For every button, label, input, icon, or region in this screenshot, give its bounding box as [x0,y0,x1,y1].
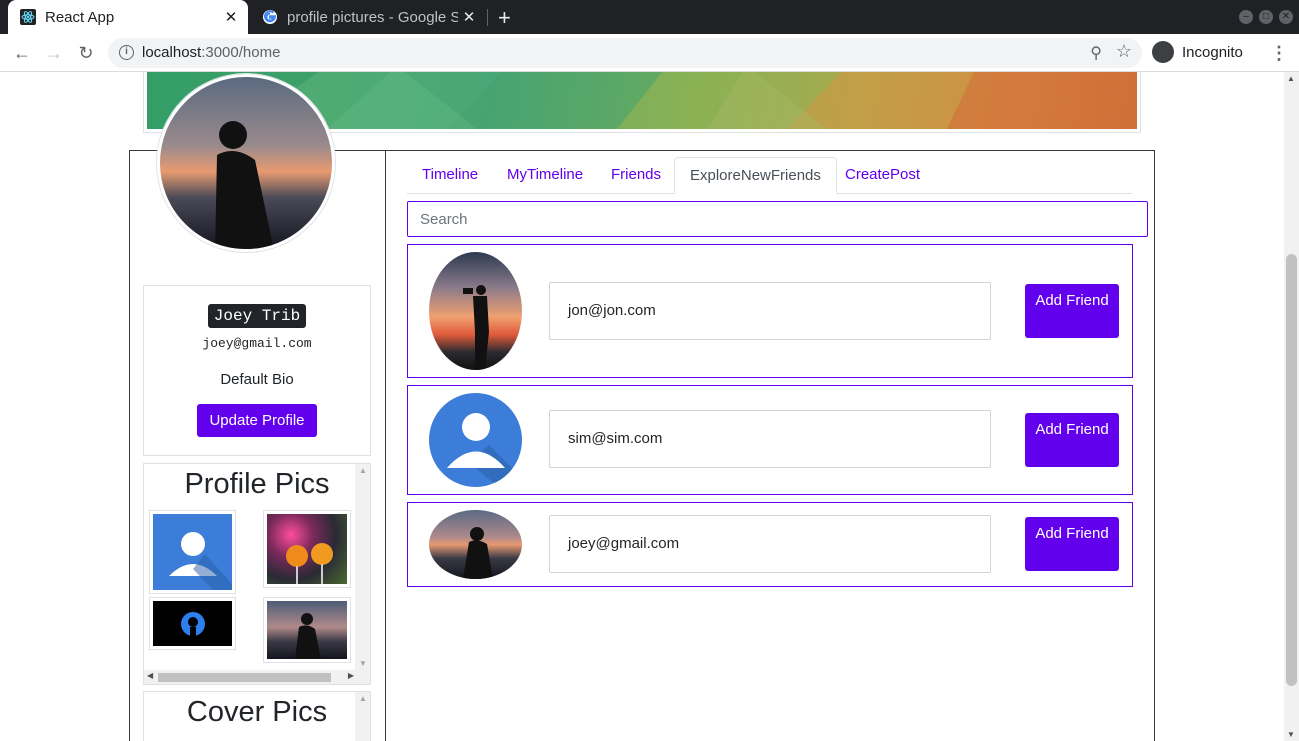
cover-pics-panel[interactable]: Cover Pics ▲ [143,691,371,741]
friend-row: sim@sim.com Add Friend [407,385,1133,495]
url-host: localhost [142,44,202,61]
back-arrow-icon[interactable]: ← [10,41,34,65]
page-scrollbar[interactable]: ▲ ▼ [1284,72,1299,741]
scroll-down-icon[interactable]: ▼ [1287,730,1295,739]
browser-tab-title: profile pictures - Google S [287,8,458,26]
profile-pic-thumbnail[interactable] [149,597,236,650]
profile-name: Joey Trib [207,304,307,328]
silhouette-icon [215,121,274,249]
silhouette-icon [463,527,493,579]
site-info-icon[interactable]: i [119,45,134,60]
profile-bio: Default Bio [220,371,294,388]
tab-mytimeline[interactable]: MyTimeline [492,157,598,194]
friend-email: joey@gmail.com [549,515,991,573]
profile-pics-heading: Profile Pics [184,468,330,500]
forward-arrow-icon[interactable]: → [42,41,66,65]
browser-tab-react-app[interactable]: React App ✕ [8,0,248,34]
address-bar[interactable]: i localhost:3000/home ⚲ ☆ [108,38,1142,68]
vertical-scrollbar[interactable]: ▲ ▼ [355,464,370,684]
profile-card: Joey Trib joey@gmail.com Default Bio Upd… [143,285,371,456]
browser-tab-strip: React App ✕ profile pictures - Google S … [0,0,1299,34]
smiley-photo [267,514,347,584]
cover-pics-heading: Cover Pics [186,696,328,728]
github-logo-icon [153,601,232,646]
friend-email: jon@jon.com [549,282,991,340]
profile-pic-thumbnail[interactable] [263,597,351,663]
scroll-up-icon[interactable]: ▲ [1287,74,1295,83]
nav-tabs: Timeline MyTimeline Friends ExploreNewFr… [407,157,1132,194]
tab-createpost[interactable]: CreatePost [830,157,935,194]
tab-explorenewfriends[interactable]: ExploreNewFriends [674,157,837,194]
search-input[interactable]: Search [407,201,1148,237]
page-content: Joey Trib joey@gmail.com Default Bio Upd… [0,72,1284,741]
browser-toolbar: ← → ↻ i localhost:3000/home ⚲ ☆ Incognit… [0,34,1299,72]
bookmark-star-icon[interactable]: ☆ [1116,41,1132,62]
tab-timeline[interactable]: Timeline [407,157,493,194]
add-friend-button[interactable]: Add Friend [1025,517,1119,571]
minimize-window-icon[interactable]: – [1239,10,1253,24]
profile-email: joey@gmail.com [202,336,312,351]
friend-row: jon@jon.com Add Friend [407,244,1133,378]
tab-separator [487,9,488,26]
google-logo-icon [262,9,278,25]
reload-icon[interactable]: ↻ [74,41,98,65]
default-avatar-icon [429,393,522,487]
incognito-indicator[interactable]: Incognito [1152,41,1243,63]
silhouette-photo [267,601,347,659]
profile-pic-thumbnail[interactable] [149,510,236,594]
photographer-silhouette-icon [463,285,489,370]
new-tab-icon[interactable]: + [498,5,511,31]
profile-pic-thumbnail[interactable] [263,510,351,588]
zoom-icon[interactable]: ⚲ [1090,43,1102,63]
profile-avatar[interactable] [157,74,335,252]
incognito-icon [1152,41,1174,63]
friend-row: joey@gmail.com Add Friend [407,502,1133,587]
maximize-window-icon[interactable]: □ [1259,10,1273,24]
update-profile-button[interactable]: Update Profile [197,404,317,437]
url-path: :3000/home [201,44,281,61]
close-tab-icon[interactable]: ✕ [220,8,242,26]
browser-tab-title: React App [45,8,115,26]
horizontal-scrollbar[interactable]: ◀ ▶ [144,670,357,684]
profile-pics-panel[interactable]: Profile Pics ▲ ▼ ◀ ▶ [143,463,371,685]
vertical-scrollbar[interactable]: ▲ [355,692,370,741]
friend-email: sim@sim.com [549,410,991,468]
friend-avatar [429,510,522,579]
url-text: localhost:3000/home [142,44,280,61]
browser-tab-google[interactable]: profile pictures - Google S ✕ [250,0,486,34]
scrollbar-thumb[interactable] [1286,254,1297,686]
close-window-icon[interactable]: ✕ [1279,10,1293,24]
default-avatar-icon [153,514,232,590]
browser-menu-icon[interactable]: ⋮ [1270,43,1288,64]
react-logo-icon [20,9,36,25]
incognito-label: Incognito [1182,43,1243,61]
add-friend-button[interactable]: Add Friend [1025,413,1119,467]
add-friend-button[interactable]: Add Friend [1025,284,1119,338]
friend-avatar [429,252,522,370]
close-tab-icon[interactable]: ✕ [458,8,480,26]
tab-friends[interactable]: Friends [596,157,676,194]
